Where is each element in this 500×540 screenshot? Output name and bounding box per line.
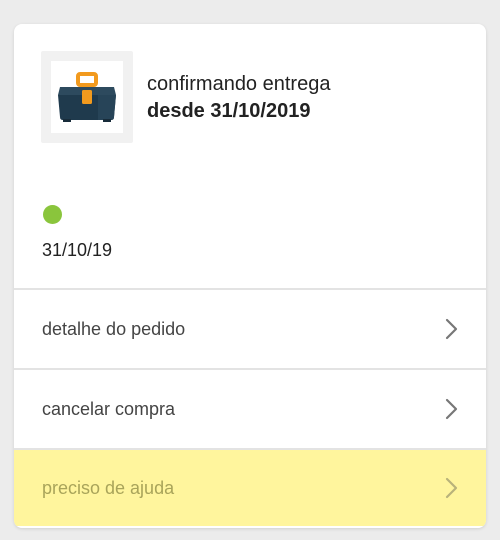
order-details-row[interactable]: detalhe do pedido [14, 288, 486, 368]
order-card: confirmando entrega desde 31/10/2019 31/… [14, 24, 486, 528]
chevron-right-icon [445, 398, 458, 420]
chevron-right-icon [445, 477, 458, 499]
product-thumbnail[interactable] [41, 51, 133, 143]
status-dot [43, 205, 62, 224]
status-date-short: 31/10/19 [42, 240, 113, 260]
status-date: desde 31/10/2019 [147, 100, 311, 122]
order-status: confirmando entrega desde 31/10/2019 [147, 71, 330, 125]
status-line: confirmando entrega [147, 73, 331, 95]
order-header: confirmando entrega desde 31/10/2019 31/… [14, 24, 486, 288]
order-details-label: detalhe do pedido [42, 318, 186, 339]
cancel-purchase-label: cancelar compra [42, 398, 176, 419]
toolbox-icon [58, 72, 116, 122]
chevron-right-icon [445, 318, 458, 340]
need-help-label: preciso de ajuda [42, 477, 175, 498]
need-help-row[interactable]: preciso de ajuda [14, 448, 486, 526]
product-image [51, 61, 123, 133]
cancel-purchase-row[interactable]: cancelar compra [14, 368, 486, 448]
